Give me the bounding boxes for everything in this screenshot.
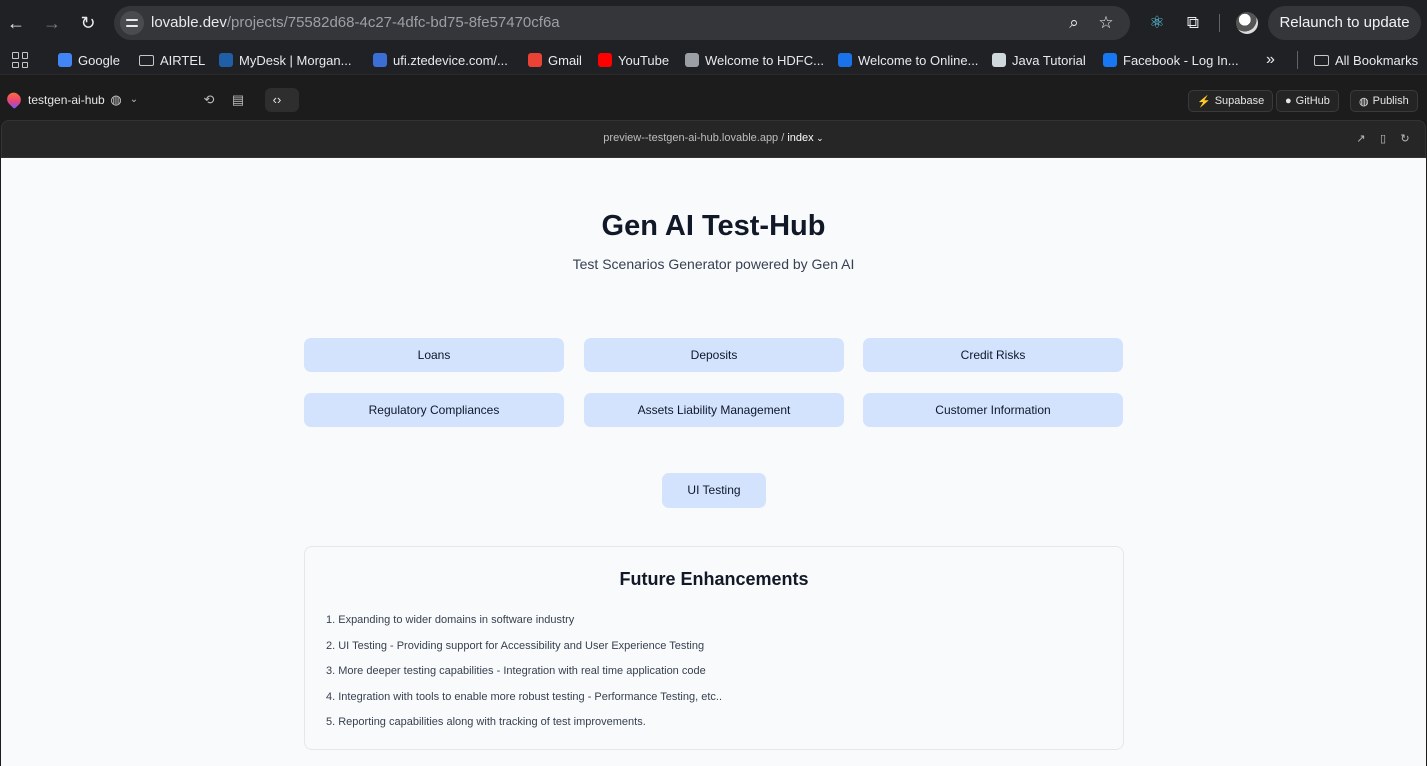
regulatory-compliances-button[interactable]: Regulatory Compliances	[304, 393, 564, 427]
project-name[interactable]: testgen-ai-hub	[28, 93, 105, 107]
github-label: GitHub	[1295, 95, 1330, 107]
list-item: 4. Integration with tools to enable more…	[326, 690, 723, 703]
future-enhancements-title: Future Enhancements	[619, 569, 809, 589]
globe-icon: ◍	[1359, 95, 1369, 108]
react-devtools-icon[interactable]: ⚛	[1145, 11, 1169, 35]
all-bookmarks-folder[interactable]: All Bookmarks	[1314, 50, 1418, 70]
toolbar-divider	[1219, 14, 1220, 32]
github-button[interactable]: ● GitHub	[1276, 90, 1339, 112]
bookmark-favicon-icon	[838, 53, 852, 67]
folder-icon	[1314, 54, 1329, 66]
mobile-view-icon[interactable]: ▯	[1376, 132, 1390, 146]
bookmark-star-icon[interactable]: ☆	[1094, 11, 1118, 35]
list-item: 1. Expanding to wider domains in softwar…	[326, 614, 575, 626]
forward-arrow-icon[interactable]: →	[40, 11, 64, 35]
publish-label: Publish	[1372, 95, 1409, 107]
bookmark-item[interactable]: AIRTEL	[139, 50, 205, 70]
bookmark-label: Welcome to HDFC...	[705, 52, 824, 68]
page-selector[interactable]: index	[787, 132, 813, 144]
bookmark-label: Java Tutorial	[1012, 52, 1086, 68]
bookmark-favicon-icon	[373, 53, 387, 67]
address-bar[interactable]: lovable.dev/projects/75582d68-4c27-4dfc-…	[114, 6, 1130, 40]
deposits-button[interactable]: Deposits	[584, 338, 844, 372]
bookmark-label: Facebook - Log In...	[1123, 52, 1239, 68]
future-enhancements-list: 1. Expanding to wider domains in softwar…	[326, 610, 1106, 738]
customer-information-button[interactable]: Customer Information	[863, 393, 1123, 427]
preview-header: preview--testgen-ai-hub.lovable.app / in…	[1, 120, 1426, 158]
list-item: 5. Reporting capabilities along with tra…	[326, 716, 646, 728]
more-bookmarks-icon[interactable]: »	[1266, 50, 1275, 70]
bookmark-favicon-icon	[685, 53, 699, 67]
chevron-down-icon[interactable]: ⌄	[126, 92, 142, 108]
profile-avatar[interactable]	[1236, 12, 1258, 34]
apps-grid-icon[interactable]	[12, 52, 28, 68]
bookmark-item[interactable]: MyDesk | Morgan...	[219, 50, 351, 70]
refresh-preview-icon[interactable]: ↻	[1398, 132, 1412, 146]
bookmarks-divider	[1297, 51, 1298, 69]
preview-url[interactable]: preview--testgen-ai-hub.lovable.app / in…	[2, 132, 1425, 144]
bookmark-favicon-icon	[528, 53, 542, 67]
bookmark-item[interactable]: Google	[58, 50, 120, 70]
bookmark-item[interactable]: Welcome to Online...	[838, 50, 978, 70]
zoom-icon[interactable]: ⌕	[1062, 11, 1086, 35]
github-icon: ●	[1285, 95, 1292, 107]
bookmark-label: Google	[78, 52, 120, 68]
open-external-icon[interactable]: ↗	[1354, 132, 1368, 146]
loans-button[interactable]: Loans	[304, 338, 564, 372]
supabase-button[interactable]: ⚡ Supabase	[1188, 90, 1274, 112]
lovable-logo-icon[interactable]	[4, 89, 24, 110]
sidebar-toggle-icon[interactable]: ▤	[230, 92, 246, 108]
extensions-icon[interactable]: ⧉	[1181, 11, 1205, 35]
code-icon: ‹›	[272, 92, 282, 107]
lovable-toolbar: testgen-ai-hub ◍ ⌄ ⟲ ▤ ‹› ⚡ Supabase ● G…	[0, 74, 1427, 120]
bookmark-label: MyDesk | Morgan...	[239, 52, 352, 68]
bookmark-label: ufi.ztedevice.com/...	[393, 52, 508, 68]
bookmark-item[interactable]: Java Tutorial	[992, 50, 1086, 70]
list-item: 3. More deeper testing capabilities - In…	[326, 665, 706, 677]
relaunch-button[interactable]: Relaunch to update	[1268, 6, 1421, 40]
all-bookmarks-label: All Bookmarks	[1335, 52, 1419, 68]
code-view-toggle[interactable]: ‹›	[265, 88, 299, 112]
app-preview: Gen AI Test-Hub Test Scenarios Generator…	[1, 158, 1426, 766]
bookmark-label: YouTube	[618, 52, 670, 68]
folder-icon	[139, 54, 154, 66]
back-arrow-icon[interactable]: ←	[4, 11, 28, 35]
bookmark-label: Gmail	[548, 52, 582, 68]
supabase-label: Supabase	[1214, 95, 1265, 107]
globe-icon[interactable]: ◍	[108, 92, 124, 108]
bookmark-item[interactable]: Welcome to HDFC...	[685, 50, 824, 70]
bookmark-favicon-icon	[219, 53, 233, 67]
bookmarks-bar: Google AIRTEL MyDesk | Morgan... ufi.ztedev…	[0, 46, 1427, 74]
page-title: Gen AI Test-Hub	[601, 210, 826, 242]
reload-icon[interactable]: ↻	[76, 11, 100, 35]
supabase-icon: ⚡	[1197, 95, 1211, 108]
site-info-icon[interactable]	[120, 11, 144, 35]
bookmark-favicon-icon	[58, 53, 72, 67]
list-item: 2. UI Testing - Providing support for Ac…	[326, 639, 705, 652]
bookmark-item[interactable]: ufi.ztedevice.com/...	[373, 50, 508, 70]
future-enhancements-card: Future Enhancements 1. Expanding to wide…	[304, 546, 1124, 750]
bookmark-favicon-icon	[992, 53, 1006, 67]
address-url[interactable]: lovable.dev/projects/75582d68-4c27-4dfc-…	[151, 14, 560, 31]
ui-testing-button[interactable]: UI Testing	[662, 473, 766, 508]
bookmark-label: Welcome to Online...	[858, 52, 979, 68]
publish-button[interactable]: ◍ Publish	[1350, 90, 1418, 112]
bookmark-favicon-icon	[598, 53, 612, 67]
assets-liability-management-button[interactable]: Assets Liability Management	[584, 393, 844, 427]
credit-risks-button[interactable]: Credit Risks	[863, 338, 1123, 372]
bookmark-favicon-icon	[1103, 53, 1117, 67]
bookmark-item[interactable]: YouTube	[598, 50, 669, 70]
history-icon[interactable]: ⟲	[201, 92, 217, 108]
browser-toolbar: ← → ↻ lovable.dev/projects/75582d68-4c27…	[0, 0, 1427, 46]
bookmark-label: AIRTEL	[160, 52, 206, 68]
bookmark-item[interactable]: Gmail	[528, 50, 582, 70]
bookmark-item[interactable]: Facebook - Log In...	[1103, 50, 1239, 70]
page-subtitle: Test Scenarios Generator powered by Gen …	[572, 256, 855, 272]
